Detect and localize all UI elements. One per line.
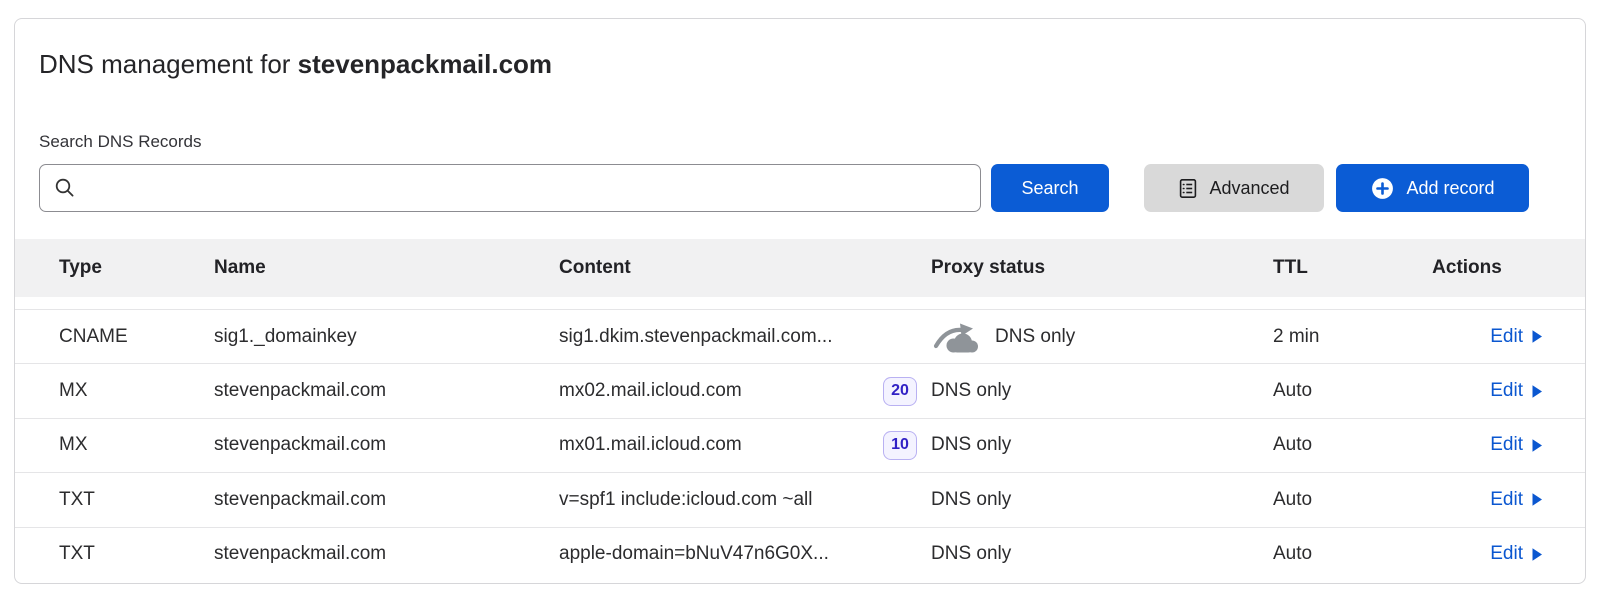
dns-only-cloud-icon xyxy=(931,320,981,354)
proxy-status-cell: DNS only xyxy=(931,380,1247,402)
page-title-prefix: DNS management for xyxy=(39,49,298,79)
edit-caret-icon xyxy=(1531,329,1543,344)
record-name: stevenpackmail.com xyxy=(214,380,559,402)
record-name: stevenpackmail.com xyxy=(214,543,559,565)
add-record-button[interactable]: Add record xyxy=(1336,164,1529,212)
record-content-text: mx01.mail.icloud.com xyxy=(559,434,742,456)
mx-priority-badge: 20 xyxy=(883,377,917,406)
search-button[interactable]: Search xyxy=(991,164,1109,212)
table-row: CNAME sig1._domainkey sig1.dkim.stevenpa… xyxy=(15,309,1585,363)
record-name: sig1._domainkey xyxy=(214,326,559,348)
record-ttl: Auto xyxy=(1247,380,1391,402)
table-header-row: Type Name Content Proxy status TTL Actio… xyxy=(15,239,1585,297)
record-type: TXT xyxy=(59,489,214,511)
table-row: MX stevenpackmail.com mx02.mail.icloud.c… xyxy=(15,363,1585,417)
record-type: MX xyxy=(59,380,214,402)
edit-caret-icon xyxy=(1531,384,1543,399)
table-body: CNAME sig1._domainkey sig1.dkim.stevenpa… xyxy=(15,297,1585,581)
dns-records-table: Type Name Content Proxy status TTL Actio… xyxy=(15,239,1585,581)
column-header-proxy-status: Proxy status xyxy=(931,257,1247,279)
record-content: v=spf1 include:icloud.com ~all xyxy=(559,489,931,511)
proxy-status-text: DNS only xyxy=(931,434,1011,456)
column-header-name: Name xyxy=(214,257,559,279)
record-content-text: mx02.mail.icloud.com xyxy=(559,380,742,402)
column-header-type: Type xyxy=(59,257,214,279)
table-row: TXT stevenpackmail.com v=spf1 include:ic… xyxy=(15,472,1585,526)
record-content-text: apple-domain=bNuV47n6G0X... xyxy=(559,543,829,565)
record-ttl: 2 min xyxy=(1247,326,1391,348)
add-record-button-label: Add record xyxy=(1406,178,1494,199)
edit-label: Edit xyxy=(1490,489,1523,511)
plus-circle-icon xyxy=(1370,176,1395,201)
column-header-ttl: TTL xyxy=(1247,257,1391,279)
table-row: MX stevenpackmail.com mx01.mail.icloud.c… xyxy=(15,418,1585,472)
proxy-status-text: DNS only xyxy=(931,489,1011,511)
record-name: stevenpackmail.com xyxy=(214,434,559,456)
record-ttl: Auto xyxy=(1247,543,1391,565)
advanced-button[interactable]: Advanced xyxy=(1144,164,1324,212)
dns-management-card: DNS management for stevenpackmail.com Se… xyxy=(14,18,1586,584)
record-content: sig1.dkim.stevenpackmail.com... xyxy=(559,326,931,348)
page-title: DNS management for stevenpackmail.com xyxy=(39,46,1585,82)
record-name: stevenpackmail.com xyxy=(214,489,559,511)
search-input[interactable] xyxy=(86,165,966,211)
record-type: MX xyxy=(59,434,214,456)
proxy-status-cell: DNS only xyxy=(931,320,1247,354)
record-content: mx02.mail.icloud.com 20 xyxy=(559,377,931,406)
proxy-status-cell: DNS only xyxy=(931,543,1247,565)
search-box[interactable] xyxy=(39,164,981,212)
mx-priority-badge: 10 xyxy=(883,431,917,460)
edit-label: Edit xyxy=(1490,326,1523,348)
proxy-status-text: DNS only xyxy=(931,380,1011,402)
record-content-text: v=spf1 include:icloud.com ~all xyxy=(559,489,812,511)
edit-caret-icon xyxy=(1531,438,1543,453)
proxy-status-cell: DNS only xyxy=(931,434,1247,456)
search-label: Search DNS Records xyxy=(39,132,1585,152)
edit-record-button[interactable]: Edit xyxy=(1490,326,1543,348)
record-ttl: Auto xyxy=(1247,489,1391,511)
search-toolbar: Search Advanced Add record xyxy=(39,164,1529,212)
edit-record-button[interactable]: Edit xyxy=(1490,434,1543,456)
edit-label: Edit xyxy=(1490,543,1523,565)
edit-caret-icon xyxy=(1531,492,1543,507)
edit-label: Edit xyxy=(1490,434,1523,456)
edit-record-button[interactable]: Edit xyxy=(1490,380,1543,402)
edit-record-button[interactable]: Edit xyxy=(1490,489,1543,511)
record-type: CNAME xyxy=(59,326,214,348)
edit-record-button[interactable]: Edit xyxy=(1490,543,1543,565)
domain-name: stevenpackmail.com xyxy=(298,49,552,79)
column-header-actions: Actions xyxy=(1391,257,1543,279)
proxy-status-text: DNS only xyxy=(931,543,1011,565)
advanced-button-label: Advanced xyxy=(1209,178,1289,199)
record-content: mx01.mail.icloud.com 10 xyxy=(559,431,931,460)
table-row: TXT stevenpackmail.com apple-domain=bNuV… xyxy=(15,527,1585,581)
column-header-content: Content xyxy=(559,257,931,279)
record-type: TXT xyxy=(59,543,214,565)
record-content-text: sig1.dkim.stevenpackmail.com... xyxy=(559,326,833,348)
proxy-status-text: DNS only xyxy=(995,326,1075,348)
record-ttl: Auto xyxy=(1247,434,1391,456)
proxy-status-cell: DNS only xyxy=(931,489,1247,511)
edit-caret-icon xyxy=(1531,547,1543,562)
search-icon xyxy=(54,177,76,199)
advanced-list-icon xyxy=(1178,178,1198,199)
record-content: apple-domain=bNuV47n6G0X... xyxy=(559,543,931,565)
edit-label: Edit xyxy=(1490,380,1523,402)
